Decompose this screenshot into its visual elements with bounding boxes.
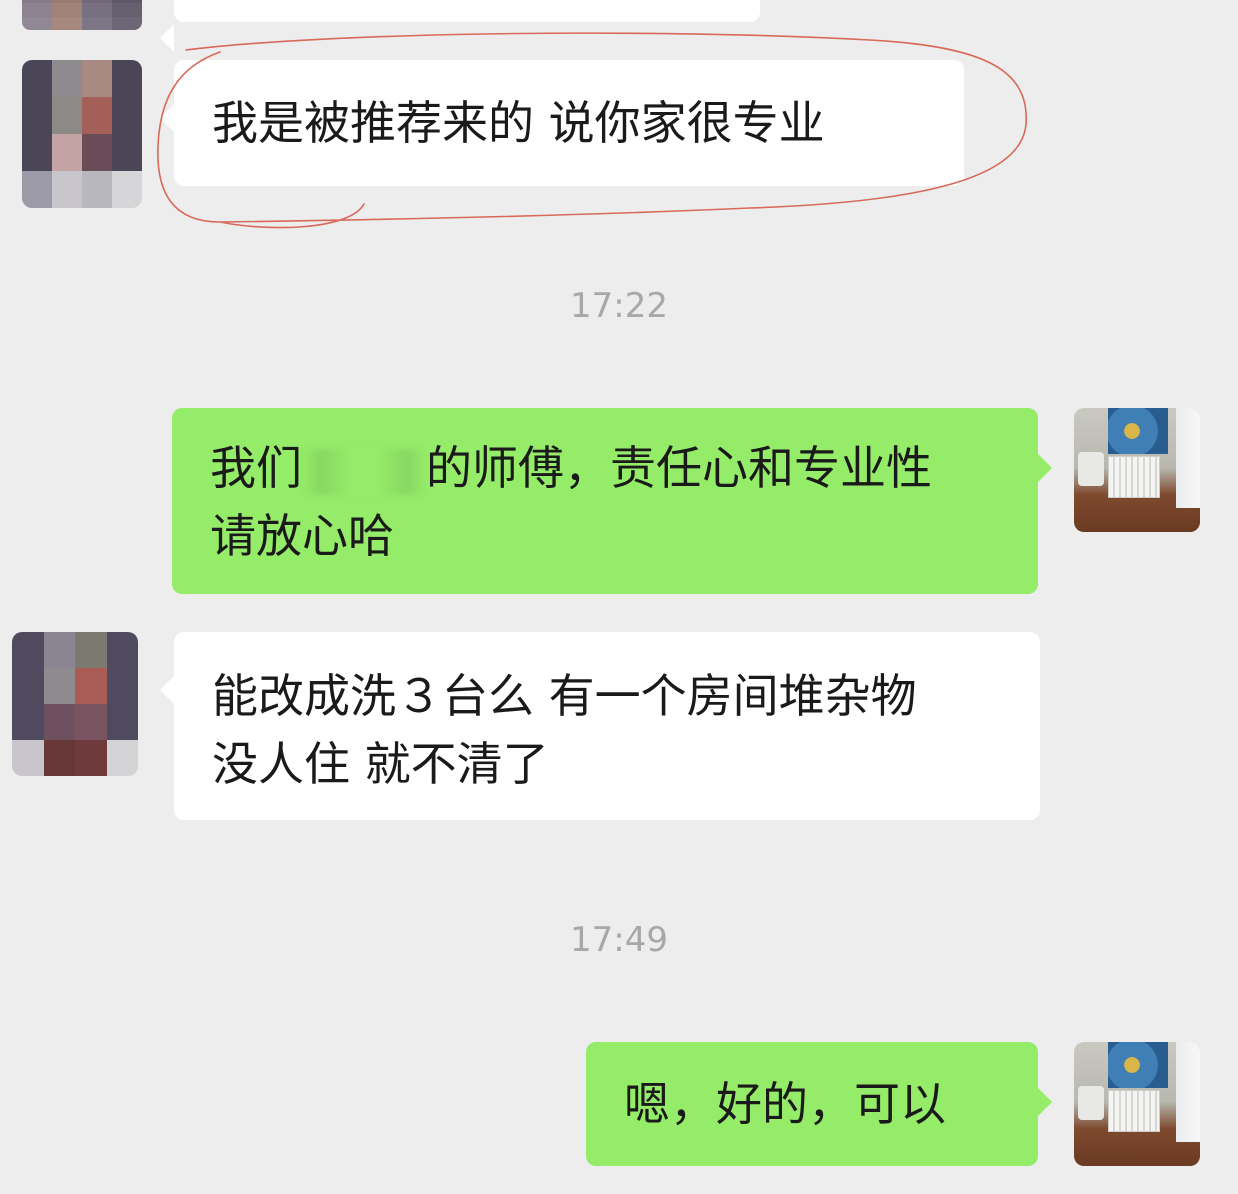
avatar-photo-window: [1176, 1042, 1200, 1142]
contact-avatar[interactable]: [22, 0, 142, 30]
message-text-line: 我们 的师傅，责任心和专业性: [210, 434, 1000, 502]
message-bubble-outgoing[interactable]: 嗯，好的，可以: [586, 1042, 1052, 1166]
avatar-photo-chair: [1078, 1086, 1104, 1120]
message-text: 请放心哈: [210, 509, 394, 563]
message-timestamp: 17:22: [570, 286, 668, 326]
user-avatar[interactable]: [1074, 1042, 1200, 1166]
contact-avatar[interactable]: [12, 632, 138, 776]
user-avatar[interactable]: [1074, 408, 1200, 532]
message-text: 嗯，好的，可以: [624, 1077, 946, 1131]
hand-drawn-circle-annotation: [157, 32, 1027, 229]
message-text: 的师傅，责任心和专业性: [426, 441, 932, 495]
contact-avatar[interactable]: [22, 60, 142, 208]
avatar-photo-map: [1108, 408, 1168, 454]
avatar-photo-window: [1176, 408, 1200, 508]
message-bubble-partial[interactable]: [160, 0, 760, 52]
message-bubble-outgoing[interactable]: 我们 的师傅，责任心和专业性 请放心哈: [172, 408, 1052, 594]
avatar-photo-radiator: [1108, 1090, 1160, 1132]
message-text: 我们: [210, 441, 302, 495]
message-bubble-incoming[interactable]: 能改成洗３台么 有一个房间堆杂物 没人住 就不清了: [160, 632, 1040, 820]
avatar-photo-map: [1108, 1042, 1168, 1088]
redacted-text: [302, 448, 426, 495]
avatar-photo-radiator: [1108, 456, 1160, 498]
message-text: 没人住 就不清了: [212, 737, 549, 791]
message-text: 能改成洗３台么 有一个房间堆杂物: [212, 669, 917, 723]
message-timestamp: 17:49: [570, 920, 668, 960]
avatar-photo-chair: [1078, 452, 1104, 486]
